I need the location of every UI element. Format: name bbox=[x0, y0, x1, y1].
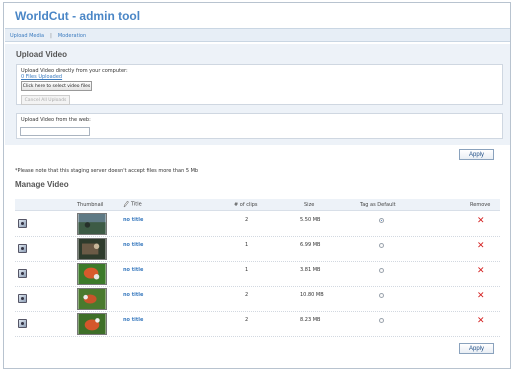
clips-count: 2 bbox=[245, 292, 249, 298]
default-radio[interactable] bbox=[379, 218, 384, 223]
table-row: no title 1 6.99 MB ✕ bbox=[15, 237, 500, 262]
col-size: Size bbox=[304, 202, 315, 208]
video-title-link[interactable]: no title bbox=[123, 217, 143, 223]
col-thumbnail: Thumbnail bbox=[77, 202, 104, 208]
video-thumbnail[interactable] bbox=[77, 288, 107, 310]
video-table-header: Thumbnail Title # of clips Size Tag as D… bbox=[15, 199, 500, 211]
select-files-button[interactable]: Click here to select video files bbox=[21, 81, 92, 91]
default-radio[interactable] bbox=[379, 243, 384, 248]
upload-panel: Upload Video Upload Video directly from … bbox=[5, 44, 510, 145]
web-upload-label: Upload Video from the web: bbox=[21, 117, 91, 123]
col-clips: # of clips bbox=[234, 202, 258, 208]
preview-icon[interactable] bbox=[18, 244, 27, 253]
table-row: no title 2 10.80 MB ✕ bbox=[15, 287, 500, 312]
remove-icon[interactable]: ✕ bbox=[477, 267, 485, 276]
manage-apply-button[interactable]: Apply bbox=[459, 343, 494, 354]
col-title: Title bbox=[131, 201, 142, 208]
preview-icon[interactable] bbox=[18, 219, 27, 228]
nav-upload-media[interactable]: Upload Media bbox=[10, 33, 44, 39]
pencil-icon bbox=[123, 200, 129, 208]
table-row: no title 2 8.23 MB ✕ bbox=[15, 312, 500, 337]
web-upload-box: Upload Video from the web: bbox=[16, 113, 503, 139]
default-radio[interactable] bbox=[379, 293, 384, 298]
video-title-link[interactable]: no title bbox=[123, 242, 143, 248]
clips-count: 1 bbox=[245, 267, 249, 273]
remove-icon[interactable]: ✕ bbox=[477, 292, 485, 301]
remove-icon[interactable]: ✕ bbox=[477, 217, 485, 226]
clips-count: 2 bbox=[245, 217, 249, 223]
web-url-input[interactable] bbox=[20, 127, 90, 136]
preview-icon[interactable] bbox=[18, 269, 27, 278]
preview-icon[interactable] bbox=[18, 294, 27, 303]
video-title-link[interactable]: no title bbox=[123, 267, 143, 273]
nav-moderation[interactable]: Moderation bbox=[58, 33, 86, 39]
video-thumbnail[interactable] bbox=[77, 238, 107, 260]
video-title-link[interactable]: no title bbox=[123, 292, 143, 298]
video-size: 6.99 MB bbox=[300, 242, 321, 248]
upload-section-title: Upload Video bbox=[16, 50, 67, 59]
preview-icon[interactable] bbox=[18, 319, 27, 328]
video-size: 5.50 MB bbox=[300, 217, 321, 223]
video-thumbnail[interactable] bbox=[77, 263, 107, 285]
video-size: 8.23 MB bbox=[300, 317, 321, 323]
default-radio[interactable] bbox=[379, 268, 384, 273]
video-size: 10.80 MB bbox=[300, 292, 324, 298]
nav-separator: | bbox=[50, 33, 52, 39]
computer-upload-box: Upload Video directly from your computer… bbox=[16, 64, 503, 105]
col-tag-default: Tag as Default bbox=[360, 202, 396, 208]
table-row: no title 2 5.50 MB ✕ bbox=[15, 212, 500, 237]
remove-icon[interactable]: ✕ bbox=[477, 317, 485, 326]
col-title-wrap: Title bbox=[123, 200, 142, 208]
app-title: WorldCut - admin tool bbox=[15, 9, 141, 23]
clips-count: 2 bbox=[245, 317, 249, 323]
upload-apply-button[interactable]: Apply bbox=[459, 149, 494, 160]
remove-icon[interactable]: ✕ bbox=[477, 242, 485, 251]
video-title-link[interactable]: no title bbox=[123, 317, 143, 323]
table-row: no title 1 3.81 MB ✕ bbox=[15, 262, 500, 287]
clips-count: 1 bbox=[245, 242, 249, 248]
files-uploaded-link[interactable]: 0 Files Uploaded bbox=[21, 74, 62, 80]
admin-frame: WorldCut - admin tool Upload Media | Moder… bbox=[3, 2, 511, 369]
video-thumbnail[interactable] bbox=[77, 313, 107, 335]
size-limit-note: *Please note that this staging server do… bbox=[15, 168, 199, 174]
default-radio[interactable] bbox=[379, 318, 384, 323]
nav-bar: Upload Media | Moderation bbox=[5, 28, 510, 42]
col-remove: Remove bbox=[470, 202, 491, 208]
manage-section-title: Manage Video bbox=[15, 180, 69, 189]
video-thumbnail[interactable] bbox=[77, 213, 107, 235]
cancel-uploads-button[interactable]: Cancel All Uploads bbox=[21, 95, 70, 105]
video-size: 3.81 MB bbox=[300, 267, 321, 273]
